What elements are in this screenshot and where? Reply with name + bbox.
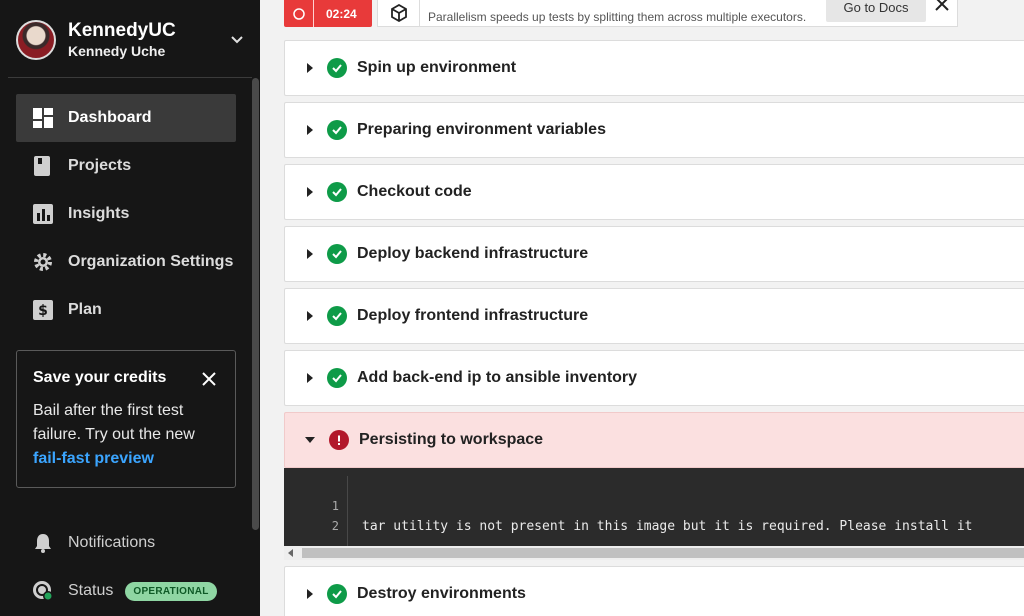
dashboard-icon: [32, 107, 54, 129]
caret-right-icon: [307, 589, 313, 599]
gear-icon: [32, 251, 54, 273]
job-main: 02:24 Parallelism speeds up tests by spl…: [260, 0, 1024, 616]
job-steps: Spin up environment Preparing environmen…: [284, 40, 1024, 616]
bell-icon: [32, 532, 54, 554]
sidebar-item-label: Plan: [68, 301, 102, 318]
caret-right-icon: [307, 249, 313, 259]
step-label: Destroy environments: [357, 585, 526, 602]
credits-text: Bail after the first test failure. Try o…: [33, 402, 195, 443]
sidebar: KennedyUC Kennedy Uche Dashboard Project…: [0, 0, 260, 616]
terminal-output: tar utility is not present in this image…: [362, 519, 973, 534]
fail-fast-link[interactable]: fail-fast preview: [33, 450, 154, 467]
timer-value: 02:24: [326, 6, 357, 21]
sidebar-item-insights[interactable]: Insights: [16, 190, 236, 238]
step-row[interactable]: Deploy frontend infrastructure: [284, 288, 1024, 344]
sidebar-item-dashboard[interactable]: Dashboard: [16, 94, 236, 142]
sidebar-divider: [8, 77, 252, 78]
caret-right-icon: [307, 63, 313, 73]
projects-icon: [32, 155, 54, 177]
line-number-gutter: 1 2: [284, 476, 348, 548]
avatar: [16, 20, 56, 60]
insights-icon: [32, 203, 54, 225]
close-icon[interactable]: [934, 0, 950, 12]
step-row[interactable]: Checkout code: [284, 164, 1024, 220]
close-icon[interactable]: [201, 371, 217, 387]
caret-right-icon: [307, 125, 313, 135]
check-circle-icon: [327, 244, 347, 264]
sidebar-item-label: Projects: [68, 157, 132, 174]
tip-text: Parallelism speeds up tests by splitting…: [428, 10, 807, 24]
sidebar-item-label: Insights: [68, 205, 130, 222]
sidebar-scrollbar[interactable]: [252, 78, 259, 530]
horizontal-scrollbar[interactable]: [284, 546, 1024, 560]
status-badge: OPERATIONAL: [125, 581, 217, 601]
sidebar-item-projects[interactable]: Projects: [16, 142, 236, 190]
check-circle-icon: [327, 306, 347, 326]
sidebar-item-organization-settings[interactable]: Organization Settings: [16, 238, 236, 286]
chevron-down-icon[interactable]: [228, 30, 246, 48]
check-circle-icon: [327, 58, 347, 78]
credits-card: Save your credits Bail after the first t…: [16, 350, 236, 488]
step-label: Deploy backend infrastructure: [357, 245, 589, 262]
caret-right-icon: [307, 187, 313, 197]
status-item[interactable]: Status OPERATIONAL: [32, 579, 252, 603]
step-label: Add back-end ip to ansible inventory: [357, 369, 638, 386]
line-number: 2: [331, 519, 339, 533]
step-row[interactable]: Deploy backend infrastructure: [284, 226, 1024, 282]
step-row[interactable]: Add back-end ip to ansible inventory: [284, 350, 1024, 406]
sidebar-item-label: Dashboard: [68, 109, 152, 126]
step-row[interactable]: Destroy environments: [284, 566, 1024, 616]
app-root: KennedyUC Kennedy Uche Dashboard Project…: [0, 0, 1024, 616]
parallelism-tip: Parallelism speeds up tests by splitting…: [377, 0, 958, 27]
step-row[interactable]: Preparing environment variables: [284, 102, 1024, 158]
step-row-failed[interactable]: Persisting to workspace: [284, 412, 1024, 468]
svg-text:$: $: [38, 303, 48, 319]
status-icon: [32, 580, 54, 602]
sidebar-item-label: Organization Settings: [68, 253, 234, 270]
sidebar-item-plan[interactable]: $ Plan: [16, 286, 236, 334]
step-label: Preparing environment variables: [357, 121, 606, 138]
notifications-label: Notifications: [68, 534, 156, 551]
notifications-item[interactable]: Notifications: [32, 531, 252, 555]
error-circle-icon: [329, 430, 349, 450]
scroll-left-icon[interactable]: [288, 549, 293, 557]
dollar-icon: $: [32, 299, 54, 321]
caret-right-icon: [307, 311, 313, 321]
step-label: Deploy frontend infrastructure: [357, 307, 589, 324]
org-name: KennedyUC: [68, 20, 176, 41]
check-circle-icon: [327, 368, 347, 388]
org-switcher[interactable]: KennedyUC Kennedy Uche: [16, 18, 252, 62]
step-label: Persisting to workspace: [359, 431, 544, 448]
status-label: Status: [68, 582, 114, 599]
job-timer: 02:24: [284, 0, 372, 27]
caret-down-icon: [305, 437, 315, 443]
line-number: 1: [331, 499, 339, 513]
go-to-docs-button[interactable]: Go to Docs: [826, 0, 926, 22]
org-text: KennedyUC Kennedy Uche: [68, 20, 176, 60]
box-icon: [378, 0, 420, 27]
scrollbar-thumb[interactable]: [302, 548, 1024, 558]
step-row[interactable]: Spin up environment: [284, 40, 1024, 96]
step-label: Checkout code: [357, 183, 472, 200]
step-label: Spin up environment: [357, 59, 517, 76]
caret-right-icon: [307, 373, 313, 383]
timer-icon: [284, 0, 314, 27]
org-user: Kennedy Uche: [68, 43, 166, 59]
credits-title: Save your credits: [33, 369, 167, 386]
check-circle-icon: [327, 182, 347, 202]
sidebar-nav: Dashboard Projects Insights Organization…: [16, 94, 236, 334]
check-circle-icon: [327, 120, 347, 140]
credits-body: Bail after the first test failure. Try o…: [33, 399, 219, 471]
check-circle-icon: [327, 584, 347, 604]
step-output-terminal[interactable]: 1 2 tar utility is not present in this i…: [284, 468, 1024, 560]
